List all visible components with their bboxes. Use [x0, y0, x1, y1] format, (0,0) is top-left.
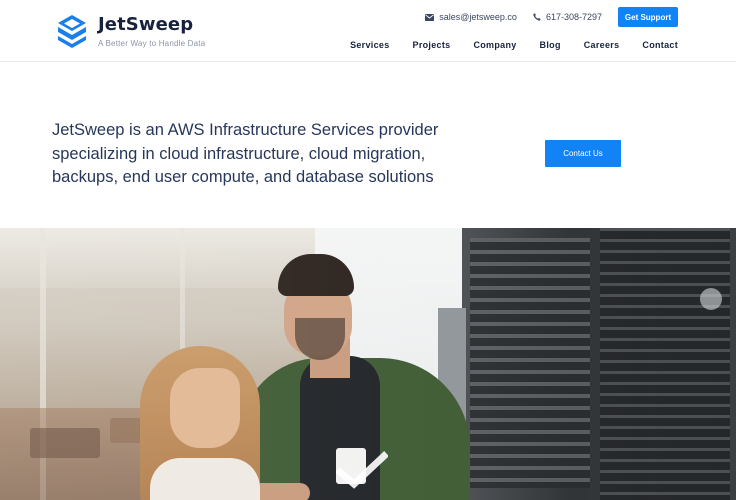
nav-item-contact[interactable]: Contact: [642, 40, 678, 50]
brand-name: JetSweep: [98, 14, 194, 35]
logo[interactable]: JetSweep A Better Way to Handle Data: [56, 14, 205, 48]
nav-item-services[interactable]: Services: [350, 40, 389, 50]
nav-item-blog[interactable]: Blog: [540, 40, 561, 50]
nav-item-company[interactable]: Company: [473, 40, 516, 50]
email-link[interactable]: sales@jetsweep.co: [425, 12, 517, 22]
phone-link[interactable]: 617-308-7297: [533, 12, 602, 22]
hero-line: backups, end user compute, and database …: [52, 168, 434, 186]
main-nav: Services Projects Company Blog Careers C…: [350, 40, 678, 50]
email-text: sales@jetsweep.co: [439, 12, 517, 22]
contact-us-button[interactable]: Contact Us: [545, 140, 621, 167]
jetsweep-logo-icon: [58, 15, 86, 48]
phone-text: 617-308-7297: [545, 12, 602, 22]
nav-item-careers[interactable]: Careers: [584, 40, 620, 50]
hero-line: JetSweep is an AWS Infrastructure Servic…: [52, 121, 439, 139]
nav-item-projects[interactable]: Projects: [413, 40, 451, 50]
contact-bar: sales@jetsweep.co 617-308-7297 Get Suppo…: [425, 7, 678, 27]
envelope-icon: [425, 13, 435, 21]
hero-photo: [0, 228, 736, 500]
hero-headline: JetSweep is an AWS Infrastructure Servic…: [52, 119, 472, 190]
brand-tagline: A Better Way to Handle Data: [98, 39, 206, 48]
site-header: JetSweep A Better Way to Handle Data sal…: [0, 0, 736, 62]
get-support-button[interactable]: Get Support: [618, 7, 678, 27]
hero-line: specializing in cloud infrastructure, cl…: [52, 144, 426, 163]
phone-icon: [533, 13, 541, 21]
